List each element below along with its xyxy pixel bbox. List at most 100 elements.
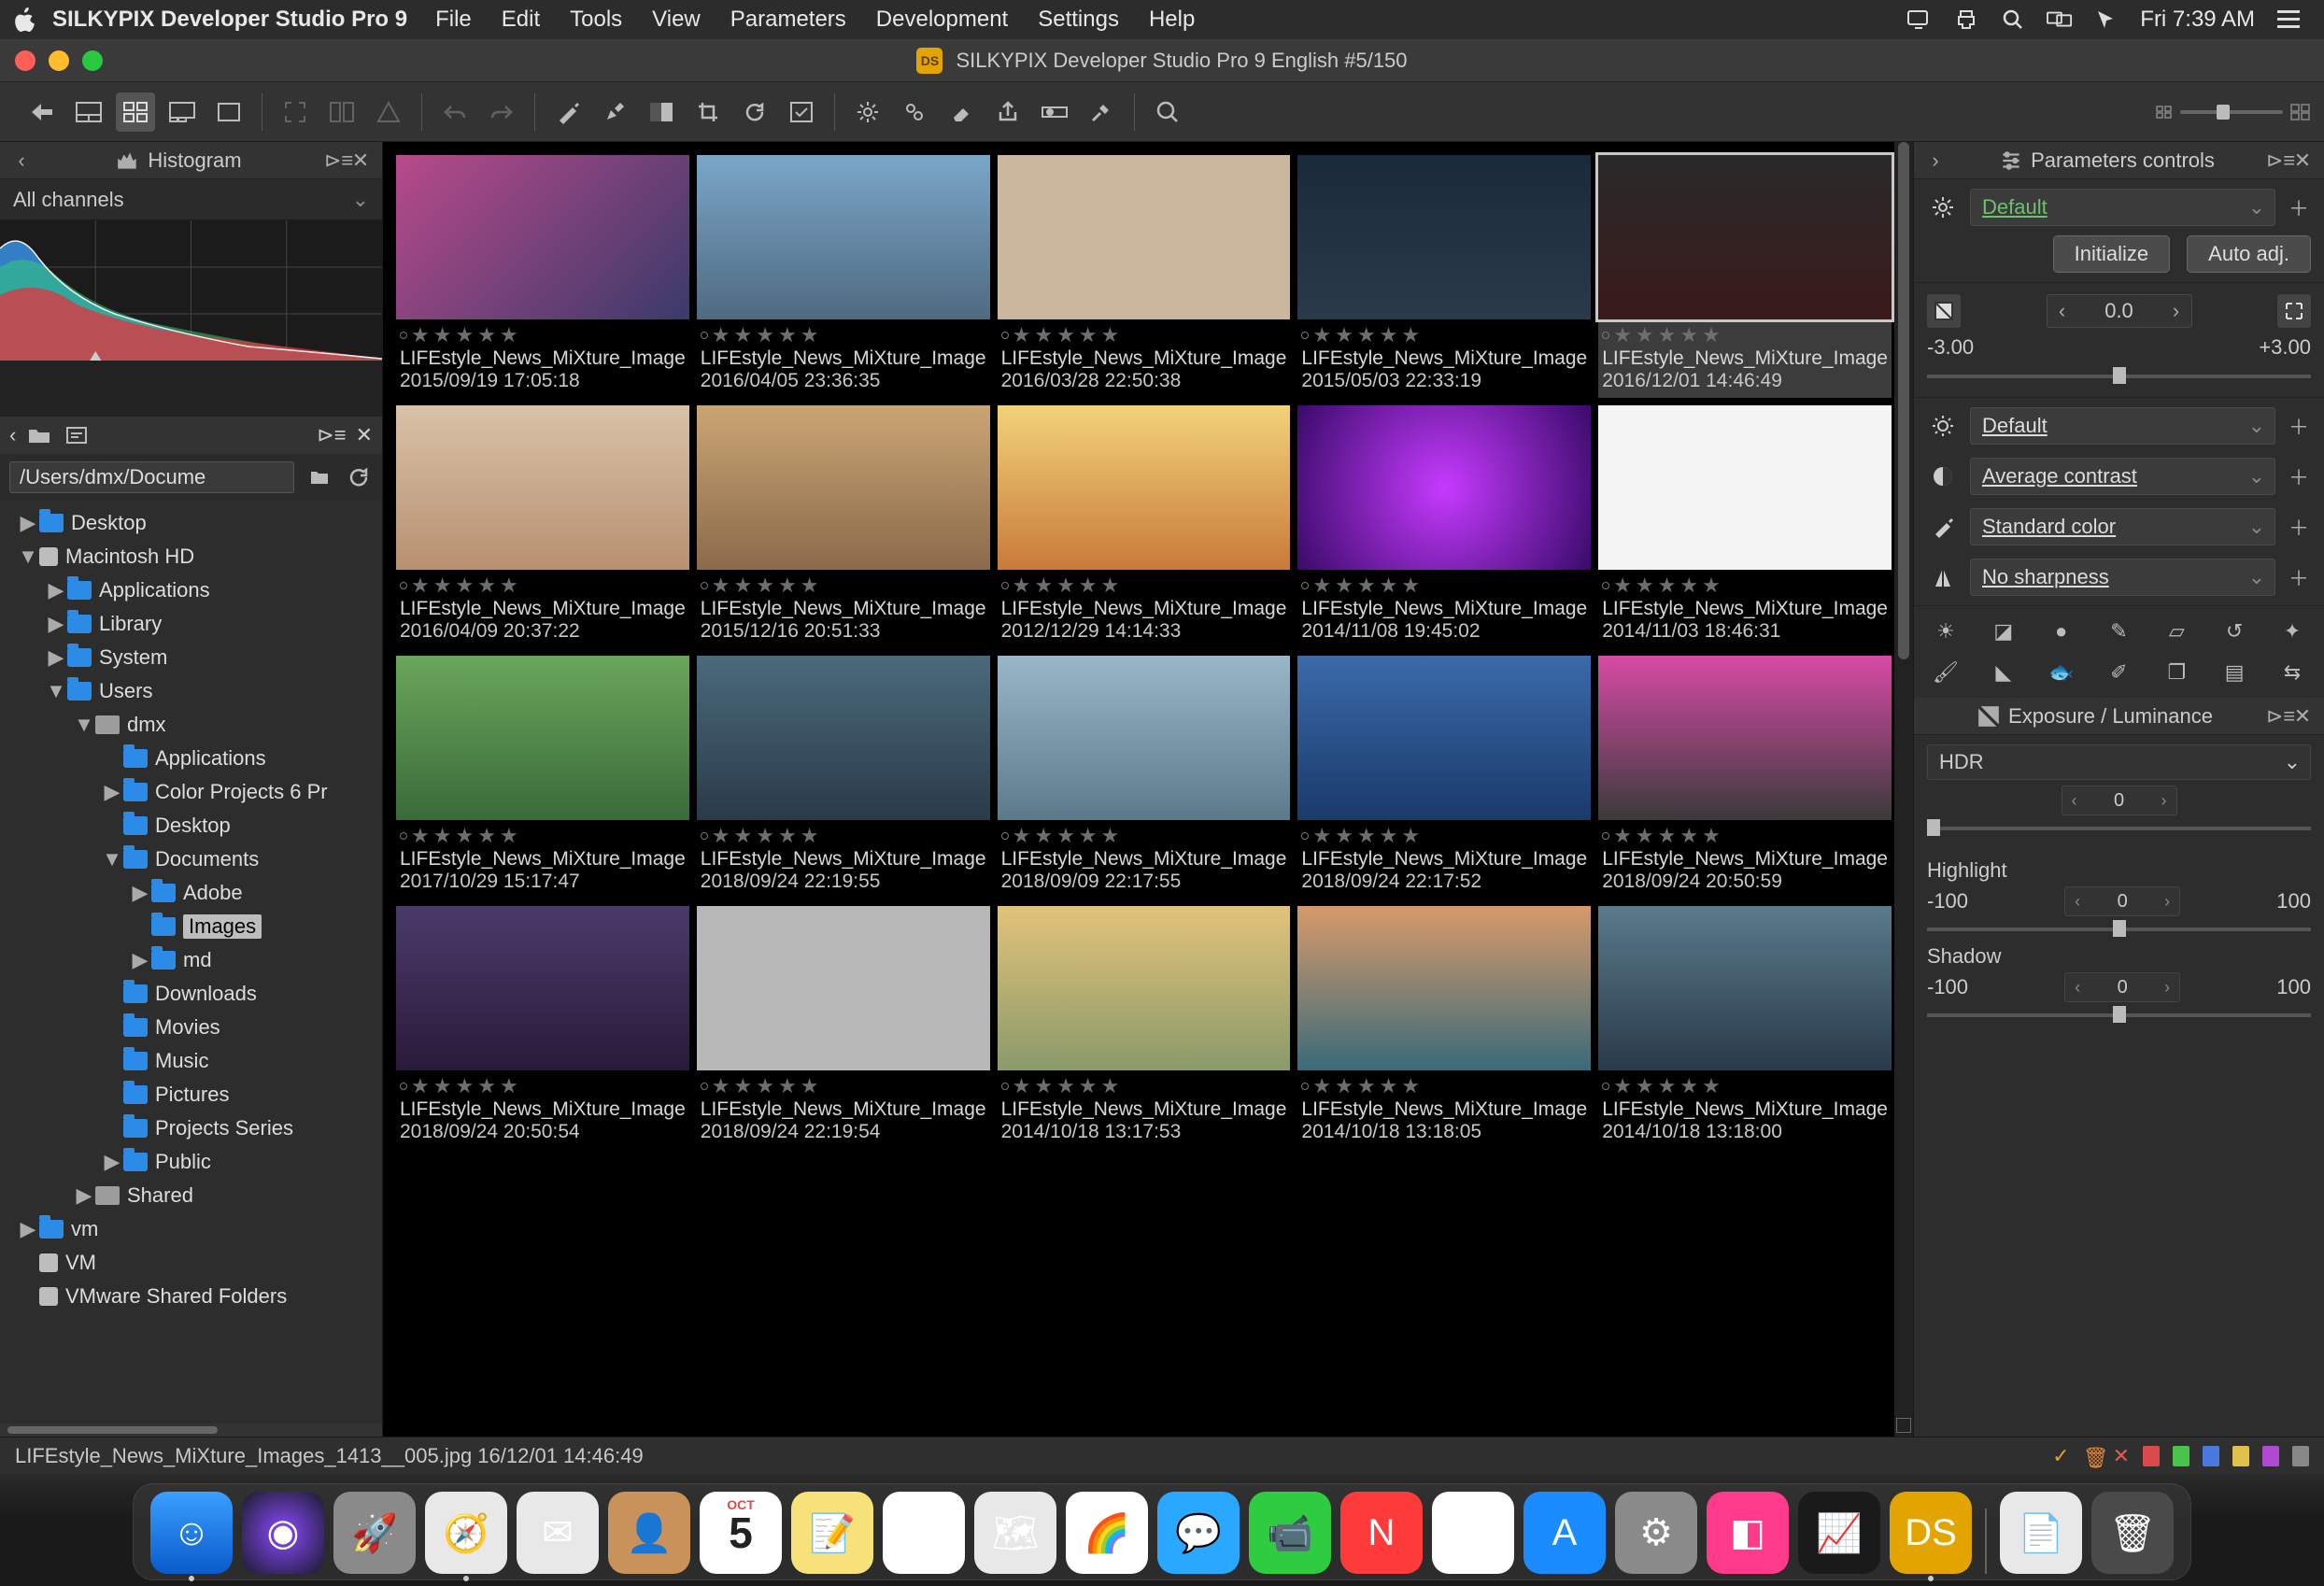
batch-develop-button[interactable] [895,92,934,132]
tool-sphere-icon[interactable]: ● [2043,616,2080,647]
contrast-select[interactable]: Average contrast⌄ [1970,458,2275,495]
export-button[interactable] [988,92,1027,132]
tool-sun-icon[interactable]: ☀ [1927,616,1964,647]
dock-itunes[interactable]: ♪ [1432,1492,1514,1574]
mark-green[interactable] [2173,1446,2189,1466]
tree-node[interactable]: Pictures [0,1078,382,1112]
dock-photos[interactable]: 🌈 [1066,1492,1148,1574]
dock-safari[interactable]: 🧭 [425,1492,507,1574]
params-close-button[interactable]: ✕ [2290,149,2315,173]
menu-view[interactable]: View [637,7,716,33]
redo-button[interactable] [482,92,521,132]
spotlight-icon[interactable] [2000,7,2026,33]
color-marks[interactable]: ✓ 🗑 ✕ [2052,1444,2309,1468]
dock-activity[interactable]: 📈 [1798,1492,1880,1574]
tool-rotate-button[interactable] [735,92,774,132]
tree-node[interactable]: VM [0,1246,382,1280]
thumbnail-grid[interactable]: ★★★★★LIFEstyle_News_MiXture_Image2015/09… [383,142,1894,1437]
exposure-panel-close[interactable]: ✕ [2290,704,2315,729]
tool-triangle-icon[interactable]: ◣ [1985,657,2022,688]
gear-icon[interactable] [1927,191,1959,223]
thumbnail[interactable]: ★★★★★LIFEstyle_News_MiXture_Image2014/10… [1297,906,1591,1149]
thumbnail[interactable]: ★★★★★LIFEstyle_News_MiXture_Image2014/11… [1297,405,1591,648]
shadow-value-spinner[interactable]: ‹0› [2064,972,2180,1002]
mark-red[interactable] [2143,1446,2160,1466]
menubar-clock[interactable]: Fri 7:39 AM [2140,7,2255,33]
dock-contacts[interactable]: 👤 [608,1492,690,1574]
grid-view-button[interactable] [116,92,155,132]
tree-hscrollbar[interactable] [0,1423,382,1437]
thumbnail[interactable]: ★★★★★LIFEstyle_News_MiXture_Image2014/10… [998,906,1291,1149]
tool-gradient-button[interactable] [642,92,681,132]
tree-node[interactable]: ▶md [0,943,382,977]
folder-open-button[interactable] [25,421,53,449]
highlight-slider[interactable] [1927,920,2311,939]
highlight-value-spinner[interactable]: ‹0› [2064,886,2180,916]
dock-sysprefs[interactable]: ⚙ [1615,1492,1697,1574]
mark-yellow[interactable] [2232,1446,2249,1466]
tree-node[interactable]: ▶System [0,641,382,674]
tree-node[interactable]: Projects Series [0,1112,382,1145]
tool-crop-button[interactable] [688,92,728,132]
tree-node[interactable]: Movies [0,1011,382,1044]
hdr-slider[interactable] [1927,819,2311,838]
thumbnail-vscrollbar[interactable] [1894,142,1913,1437]
auto-adjust-params-button[interactable]: Auto adj. [2187,235,2311,273]
single-view-button[interactable] [209,92,248,132]
auto-adjust-button[interactable] [548,92,588,132]
menu-tools[interactable]: Tools [555,7,637,33]
path-refresh-button[interactable] [345,463,373,491]
tool-perspective-icon[interactable]: ▱ [2158,616,2195,647]
thumbnail[interactable]: ★★★★★LIFEstyle_News_MiXture_Image2015/05… [1297,155,1591,398]
dock-messages[interactable]: 💬 [1157,1492,1240,1574]
dock-silkypix[interactable]: DS [1890,1492,1972,1574]
dock-siri[interactable]: ◉ [242,1492,324,1574]
dock-facetime[interactable]: 📹 [1249,1492,1331,1574]
dock-trash[interactable]: 🗑 [2091,1492,2174,1574]
tree-node[interactable]: ▶Shared [0,1179,382,1212]
tree-node[interactable]: Applications [0,742,382,775]
dock-docs[interactable]: 📄 [2000,1492,2082,1574]
color-add-button[interactable]: ＋ [2287,512,2311,542]
minimize-window-button[interactable] [49,50,69,71]
thumbnail-size-slider[interactable] [2156,104,2311,120]
nav-collapse-left[interactable]: ‹ [9,423,16,447]
preset-select[interactable]: Default⌄ [1970,189,2275,226]
exposure-target-icon[interactable] [2277,294,2311,328]
panel-menu-button[interactable]: ⊳≡ [324,149,348,173]
menu-development[interactable]: Development [861,7,1023,33]
tool-reset-icon[interactable]: ↺ [2216,616,2253,647]
sharpness-add-button[interactable]: ＋ [2287,562,2311,592]
mark-purple[interactable] [2262,1446,2279,1466]
tree-node[interactable]: ▶Color Projects 6 Pr [0,775,382,809]
mark-grey[interactable] [2292,1446,2309,1466]
tool-loupe-button[interactable] [1148,92,1187,132]
hdr-value-spinner[interactable]: ‹0› [2062,786,2177,815]
params-collapse-button[interactable]: › [1923,149,1948,173]
fit-button[interactable] [276,92,315,132]
tree-node[interactable]: ▼Documents [0,843,382,876]
thumbnail[interactable]: ★★★★★LIFEstyle_News_MiXture_Image2017/10… [396,656,689,899]
thumbnail[interactable]: ★★★★★LIFEstyle_News_MiXture_Image2016/04… [697,155,990,398]
add-preset-button[interactable]: ＋ [2287,192,2311,222]
tree-node[interactable]: ▶Adobe [0,876,382,910]
thumbnail[interactable]: ★★★★★LIFEstyle_News_MiXture_Image2015/09… [396,155,689,398]
tree-node[interactable]: ▶Library [0,607,382,641]
exposure-comp-icon[interactable] [1927,294,1961,328]
tool-layer-icon[interactable]: ❐ [2158,657,2195,688]
params-menu-button[interactable]: ⊳≡ [2266,149,2290,173]
apple-menu[interactable] [15,7,43,32]
thumbnail[interactable]: ★★★★★LIFEstyle_News_MiXture_Image2018/09… [697,906,990,1149]
undo-button[interactable] [435,92,475,132]
tree-node[interactable]: Images [0,910,382,943]
tool-slider-button[interactable] [1035,92,1074,132]
tree-node[interactable]: ▶Desktop [0,506,382,540]
tool-wand-icon[interactable]: ✎ [2100,616,2137,647]
fullscreen-window-button[interactable] [82,50,103,71]
tree-node[interactable]: ▶Applications [0,574,382,607]
status-display-icon[interactable] [1906,7,1933,33]
thumbnail[interactable]: ★★★★★LIFEstyle_News_MiXture_Image2018/09… [396,906,689,1149]
dock-news[interactable]: N [1340,1492,1423,1574]
tree-node[interactable]: ▼Macintosh HD [0,540,382,574]
tool-tone-icon[interactable]: ◪ [1985,616,2022,647]
